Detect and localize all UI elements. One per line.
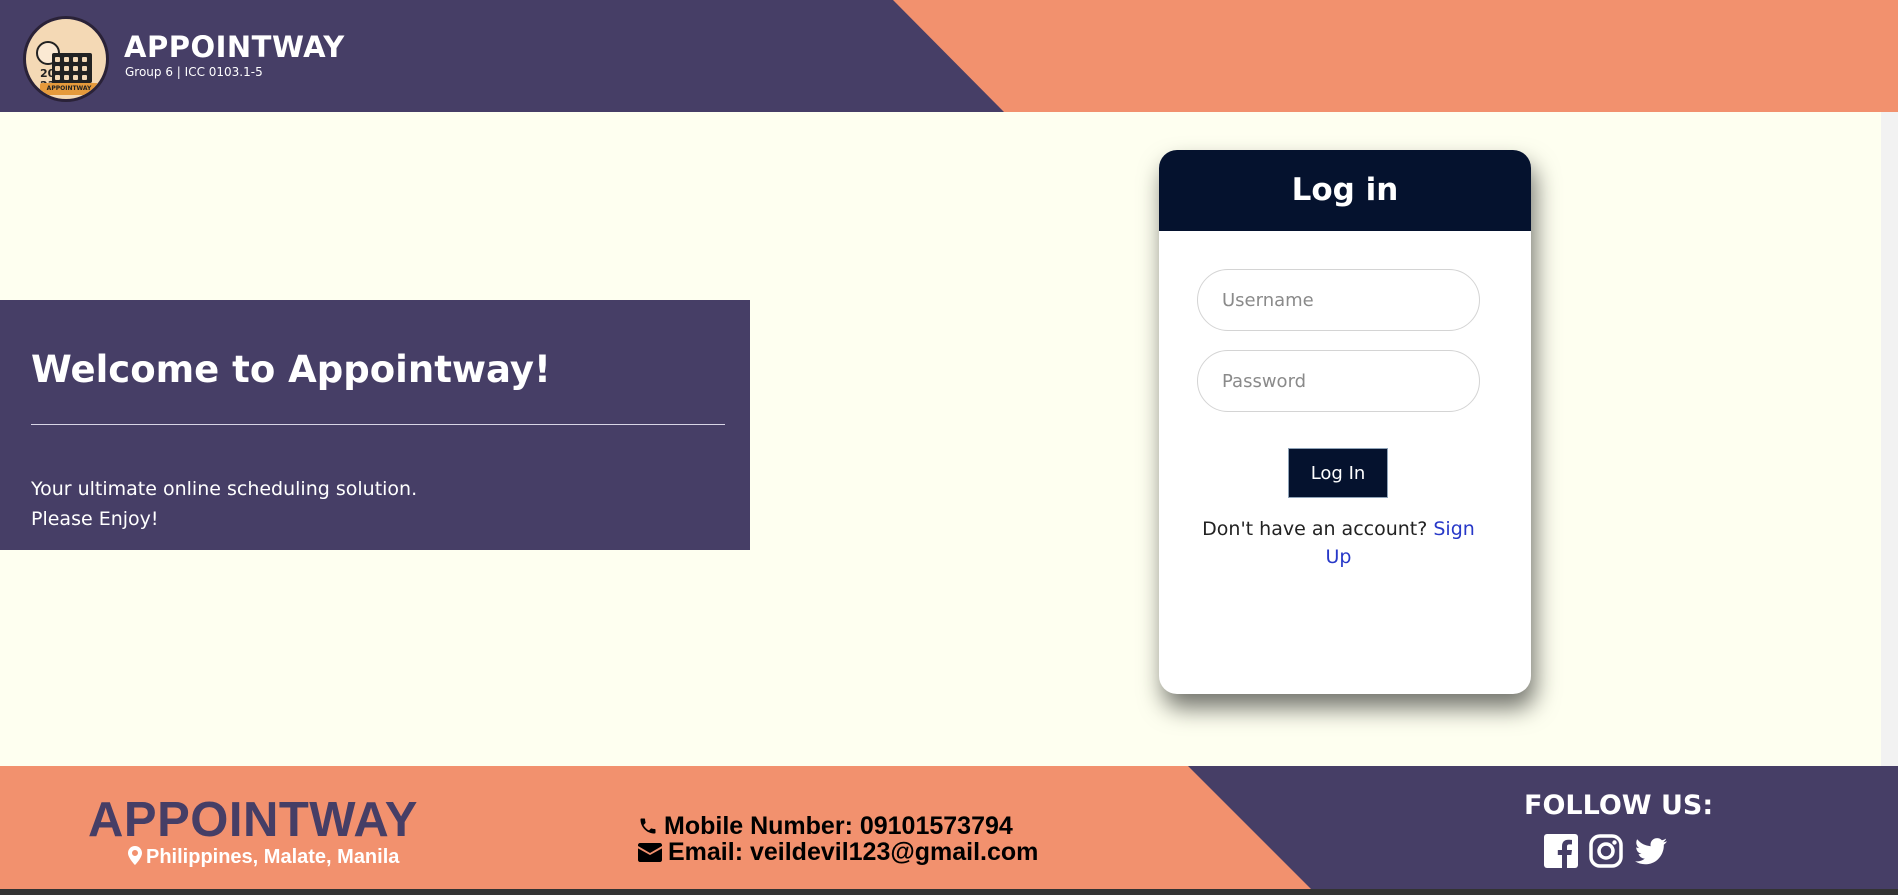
map-pin-icon bbox=[128, 846, 142, 865]
header: 20 23 APPOINTWAY APPOINTWAY Group 6 | IC… bbox=[0, 0, 1898, 112]
footer-email-text: Email: veildevil123@gmail.com bbox=[668, 838, 1039, 866]
welcome-tagline: Your ultimate online scheduling solution… bbox=[31, 478, 418, 500]
brand-title: APPOINTWAY bbox=[124, 30, 345, 64]
follow-us-label: FOLLOW US: bbox=[1524, 790, 1714, 821]
scrollbar[interactable] bbox=[1881, 112, 1898, 766]
welcome-enjoy: Please Enjoy! bbox=[31, 508, 159, 530]
calendar-icon bbox=[52, 53, 92, 83]
footer-bottom-bar bbox=[0, 889, 1898, 895]
welcome-panel: Welcome to Appointway! Your ultimate onl… bbox=[0, 300, 750, 550]
facebook-icon[interactable] bbox=[1544, 834, 1578, 868]
footer-email: Email: veildevil123@gmail.com bbox=[638, 838, 1038, 867]
login-title: Log in bbox=[1159, 150, 1531, 231]
instagram-icon[interactable] bbox=[1589, 834, 1623, 868]
login-card: Log in Log In Don't have an account? Sig… bbox=[1159, 150, 1531, 694]
footer-brand: APPOINTWAY bbox=[88, 793, 418, 847]
password-input[interactable] bbox=[1197, 350, 1480, 412]
login-button[interactable]: Log In bbox=[1288, 448, 1388, 498]
footer-location: Philippines, Malate, Manila bbox=[128, 846, 399, 869]
signup-prompt: Don't have an account? bbox=[1202, 518, 1428, 540]
footer-phone-text: Mobile Number: 09101573794 bbox=[664, 812, 1013, 840]
phone-icon bbox=[640, 818, 656, 834]
logo-ribbon: APPOINTWAY bbox=[40, 83, 98, 95]
envelope-icon bbox=[638, 843, 662, 862]
welcome-divider bbox=[31, 424, 725, 425]
username-input[interactable] bbox=[1197, 269, 1480, 331]
footer-location-text: Philippines, Malate, Manila bbox=[146, 846, 400, 868]
welcome-heading: Welcome to Appointway! bbox=[31, 348, 551, 391]
signup-prompt-block: Don't have an account? Sign Up bbox=[1197, 515, 1480, 571]
footer-phone: Mobile Number: 09101573794 bbox=[638, 812, 1013, 841]
social-links bbox=[1544, 834, 1674, 868]
brand-subtitle: Group 6 | ICC 0103.1-5 bbox=[125, 65, 263, 79]
logo[interactable]: 20 23 APPOINTWAY bbox=[23, 16, 109, 102]
twitter-icon[interactable] bbox=[1634, 834, 1668, 868]
footer: APPOINTWAY Philippines, Malate, Manila M… bbox=[0, 766, 1898, 889]
